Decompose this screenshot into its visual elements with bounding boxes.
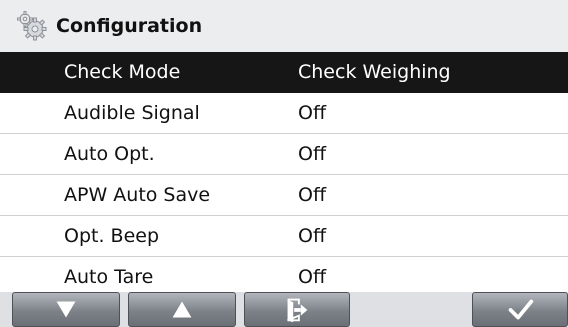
scroll-up-button[interactable] bbox=[128, 292, 236, 327]
setting-value: Off bbox=[298, 225, 327, 247]
setting-row-apw-auto-save[interactable]: APW Auto Save Off bbox=[0, 175, 568, 216]
configuration-screen: Configuration Check Mode Check Weighing … bbox=[0, 0, 568, 327]
arrow-up-icon bbox=[172, 301, 192, 318]
setting-label: Audible Signal bbox=[64, 102, 200, 124]
confirm-button[interactable] bbox=[472, 292, 568, 327]
checkmark-icon bbox=[508, 299, 534, 320]
settings-list: Check Mode Check Weighing Audible Signal… bbox=[0, 52, 568, 298]
setting-value: Off bbox=[298, 184, 327, 206]
setting-label: Check Mode bbox=[64, 61, 181, 83]
exit-icon bbox=[287, 298, 308, 323]
setting-value: Off bbox=[298, 143, 327, 165]
setting-label: APW Auto Save bbox=[64, 184, 211, 206]
setting-row-auto-opt[interactable]: Auto Opt. Off bbox=[0, 134, 568, 175]
setting-value: Check Weighing bbox=[298, 61, 451, 83]
exit-button[interactable] bbox=[244, 292, 350, 327]
softkey-toolbar bbox=[0, 292, 568, 327]
arrow-down-icon bbox=[56, 301, 76, 318]
setting-label: Auto Opt. bbox=[64, 143, 155, 165]
setting-label: Opt. Beep bbox=[64, 225, 160, 247]
setting-row-opt-beep[interactable]: Opt. Beep Off bbox=[0, 216, 568, 257]
page-title: Configuration bbox=[56, 15, 203, 37]
setting-row-check-mode[interactable]: Check Mode Check Weighing bbox=[0, 52, 568, 93]
setting-row-audible-signal[interactable]: Audible Signal Off bbox=[0, 93, 568, 134]
gears-icon bbox=[17, 11, 47, 41]
header-bar: Configuration bbox=[0, 0, 568, 52]
setting-value: Off bbox=[298, 102, 327, 124]
scroll-down-button[interactable] bbox=[12, 292, 120, 327]
